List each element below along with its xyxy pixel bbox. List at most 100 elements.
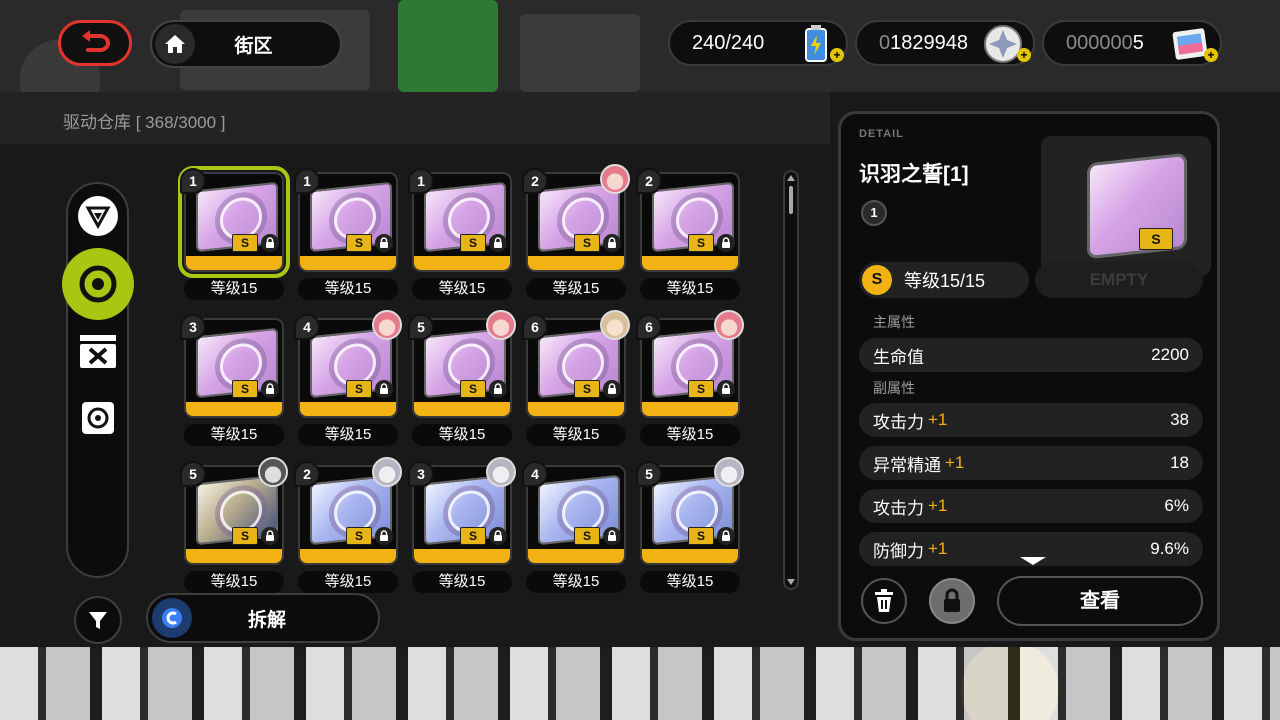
lock-icon: [603, 380, 621, 398]
drive-disc-item[interactable]: S 5 等级15: [180, 457, 290, 597]
slot-badge: 1: [408, 168, 434, 194]
lock-icon: [261, 380, 279, 398]
rarity-badge: S: [232, 380, 258, 398]
drive-disc-item[interactable]: S 4 等级15: [294, 310, 404, 450]
rarity-bar: [186, 549, 282, 563]
scroll-up-icon: [787, 175, 795, 181]
disc-level: 等级15: [526, 278, 626, 300]
dennies-counter[interactable]: 0 1829948 +: [855, 20, 1035, 66]
drive-disc-item[interactable]: S 4 等级15: [522, 461, 632, 597]
drive-disc-item[interactable]: S 1 等级15: [408, 168, 518, 304]
drive-disc-item[interactable]: S 5 等级15: [636, 457, 746, 597]
rarity-badge: S: [574, 234, 600, 252]
drive-disc-item[interactable]: S 5 等级15: [408, 310, 518, 450]
equipped-agent-avatar: [258, 457, 288, 487]
disc-level: 等级15: [184, 278, 284, 300]
lock-icon: [717, 380, 735, 398]
disc-icon: [79, 265, 116, 303]
drive-disc-item[interactable]: S 2 等级15: [294, 457, 404, 597]
lock-icon: [375, 380, 393, 398]
disc-level: 等级15: [412, 571, 512, 593]
slot-badge: 4: [522, 461, 548, 487]
dismantle-button[interactable]: 拆解: [146, 593, 380, 643]
grid-scrollbar[interactable]: [783, 170, 799, 590]
slot-badge: 3: [180, 314, 206, 340]
background-graffiti: [0, 645, 1280, 720]
location-breadcrumb[interactable]: 街区: [150, 20, 342, 68]
slot-badge: 3: [408, 461, 434, 487]
storage-header: 驱动仓库 [ 368/3000 ]: [0, 92, 830, 144]
main-stat-value: 2200: [1151, 345, 1189, 364]
rarity-bar: [528, 256, 624, 270]
drive-disc-item[interactable]: S 3 等级15: [180, 314, 290, 450]
category-drive-disc-button[interactable]: [61, 248, 134, 320]
drive-disc-item[interactable]: S 6 等级15: [522, 310, 632, 450]
category-engine-button[interactable]: [79, 334, 117, 370]
scroll-thumb[interactable]: [789, 186, 793, 214]
lock-button[interactable]: [929, 578, 975, 624]
disc-slot-badge: 1: [861, 200, 887, 226]
sub-stat-upgrade: +1: [928, 410, 948, 429]
disc-name: 识羽之誓[1]: [859, 163, 969, 186]
view-button[interactable]: 查看: [997, 576, 1203, 626]
lock-icon: [489, 234, 507, 252]
film-counter[interactable]: 000000 5 +: [1042, 20, 1222, 66]
safe-icon: [81, 402, 114, 434]
location-title: 街区: [234, 35, 273, 57]
slot-badge: 1: [180, 168, 206, 194]
equipped-agent-avatar: [372, 457, 402, 487]
add-film-button[interactable]: +: [1204, 48, 1218, 62]
category-all-button[interactable]: [77, 196, 118, 236]
disc-level: 等级15: [184, 571, 284, 593]
rank-s-icon: S: [862, 265, 892, 295]
level-text: 等级15/15: [904, 271, 986, 291]
home-icon[interactable]: [155, 24, 195, 64]
disc-level: 等级15: [298, 424, 398, 446]
rarity-bar: [300, 549, 396, 563]
dismantle-icon: [152, 598, 192, 638]
add-battery-button[interactable]: +: [830, 48, 844, 62]
drive-disc-item[interactable]: S 6 等级15: [636, 310, 746, 450]
dennies-value: 1829948: [890, 31, 968, 54]
sub-stat-label: 副属性: [873, 380, 915, 396]
equipped-agent-avatar: [600, 164, 630, 194]
category-bangboo-button[interactable]: [80, 400, 116, 436]
rarity-badge: S: [574, 527, 600, 545]
filter-button[interactable]: [74, 596, 122, 644]
slot-badge: 4: [294, 314, 320, 340]
slot-badge: 1: [294, 168, 320, 194]
sub-stat-upgrade: +1: [928, 496, 948, 515]
cross-box-icon: [79, 335, 116, 368]
drive-disc-item[interactable]: S 1 等级15: [178, 166, 290, 304]
film-value: 5: [1132, 31, 1144, 54]
rarity-badge: S: [574, 380, 600, 398]
sub-stat-row: 攻击力 +1 6%: [859, 489, 1203, 523]
rarity-bar: [300, 402, 396, 416]
rarity-badge: S: [1139, 228, 1173, 250]
rarity-badge: S: [232, 234, 258, 252]
back-button[interactable]: [58, 20, 132, 66]
dennies-prefix: 0: [879, 31, 891, 54]
level-pill: S 等级15/15: [859, 262, 1029, 298]
drive-disc-item[interactable]: S 2 等级15: [636, 168, 746, 304]
equipped-agent-avatar: [714, 457, 744, 487]
drive-disc-item[interactable]: S 2 等级15: [522, 164, 632, 304]
disc-level: 等级15: [640, 424, 740, 446]
sub-stat-upgrade: +1: [945, 453, 965, 472]
drive-disc-item[interactable]: S 3 等级15: [408, 457, 518, 597]
stats-more-icon[interactable]: [1020, 557, 1046, 565]
rarity-badge: S: [460, 380, 486, 398]
rarity-bar: [300, 256, 396, 270]
battery-counter[interactable]: 240/240 +: [668, 20, 848, 66]
disc-level: 等级15: [640, 571, 740, 593]
rarity-bar: [414, 256, 510, 270]
sub-stat-value: 38: [1170, 410, 1189, 429]
sub-stat-name: 异常精通: [873, 455, 941, 475]
slot-badge: 5: [636, 461, 662, 487]
rarity-bar: [414, 402, 510, 416]
main-stat-row: 生命值 2200: [859, 338, 1203, 372]
drive-disc-item[interactable]: S 1 等级15: [294, 168, 404, 304]
slot-badge: 5: [408, 314, 434, 340]
trash-button[interactable]: [861, 578, 907, 624]
add-dennies-button[interactable]: +: [1017, 48, 1031, 62]
